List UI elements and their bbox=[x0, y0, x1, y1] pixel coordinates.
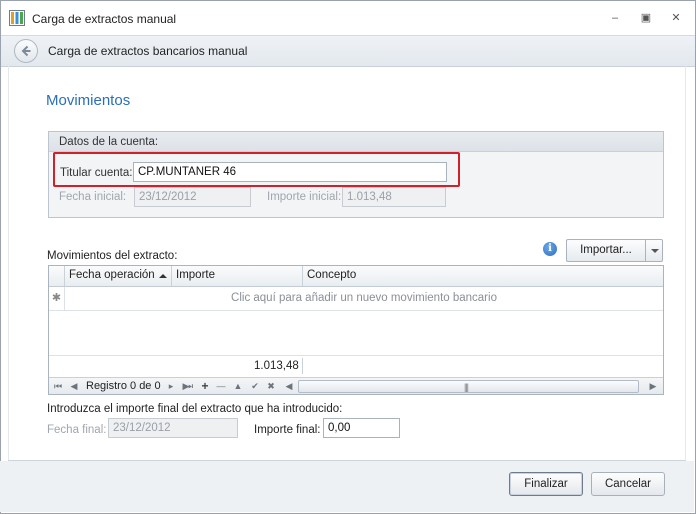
end-date-input[interactable]: 23/12/2012 bbox=[108, 418, 238, 438]
new-row-hint: Clic aquí para añadir un nuevo movimient… bbox=[231, 292, 497, 304]
import-dropdown-button[interactable] bbox=[645, 239, 663, 262]
content-area bbox=[8, 66, 686, 460]
prev-page-icon[interactable]: ◀ bbox=[68, 379, 80, 393]
back-button[interactable] bbox=[14, 39, 38, 63]
row-indicator-header bbox=[49, 266, 65, 286]
footer-divider bbox=[302, 358, 303, 374]
holder-label: Titular cuenta: bbox=[60, 167, 133, 179]
grid-navigator: ⏮ ◀ Registro 0 de 0 ▸ ▶ ⏭ + — ▲ ✔ ✖ ◀ ||… bbox=[49, 377, 663, 394]
grid-header: Fecha operación Importe Concepto bbox=[49, 266, 663, 287]
add-record-icon[interactable]: + bbox=[199, 379, 211, 393]
horizontal-scrollbar[interactable]: ||| bbox=[298, 380, 639, 393]
finish-button[interactable]: Finalizar bbox=[509, 472, 583, 496]
scroll-right-icon[interactable]: ▶ bbox=[647, 379, 659, 393]
end-amount-label: Importe final: bbox=[254, 424, 321, 436]
close-button[interactable]: ✕ bbox=[668, 11, 684, 25]
title-bar: Carga de extractos manual ‒ ▣ ✕ bbox=[1, 1, 695, 35]
section-title: Movimientos bbox=[46, 92, 131, 109]
info-icon[interactable]: i bbox=[543, 242, 557, 256]
grid-footer: 1.013,48 bbox=[49, 355, 663, 377]
end-date-label: Fecha final: bbox=[47, 424, 107, 436]
movements-label: Movimientos del extracto: bbox=[47, 250, 178, 262]
start-amount-label: Importe inicial: bbox=[267, 191, 342, 203]
wizard-header: Carga de extractos bancarios manual bbox=[1, 35, 695, 67]
confirm-edit-icon[interactable]: ✔ bbox=[249, 379, 261, 393]
movements-grid: Fecha operación Importe Concepto ✱ Clic … bbox=[48, 265, 664, 395]
window-title: Carga de extractos manual bbox=[32, 12, 177, 26]
arrow-left-icon bbox=[21, 45, 31, 57]
holder-input[interactable]: CP.MUNTANER 46 bbox=[133, 162, 447, 182]
move-up-icon[interactable]: ▲ bbox=[232, 379, 244, 393]
restore-button[interactable]: ▣ bbox=[638, 11, 654, 25]
record-counter: Registro 0 de 0 bbox=[86, 380, 161, 392]
account-group-title: Datos de la cuenta: bbox=[49, 132, 663, 152]
last-record-icon[interactable]: ⏭ bbox=[183, 379, 195, 393]
next-record-icon[interactable]: ▸ bbox=[165, 379, 177, 393]
minimize-button[interactable]: ‒ bbox=[607, 11, 623, 25]
new-row-asterisk-icon: ✱ bbox=[49, 287, 65, 311]
total-amount: 1.013,48 bbox=[254, 360, 299, 372]
end-amount-input[interactable]: 0,00 bbox=[323, 418, 400, 438]
scrollbar-grip-icon: ||| bbox=[464, 382, 469, 392]
import-button[interactable]: Importar... bbox=[566, 239, 645, 262]
cancel-button[interactable]: Cancelar bbox=[591, 472, 665, 496]
start-amount-input[interactable]: 1.013,48 bbox=[342, 187, 446, 207]
cancel-edit-icon[interactable]: ✖ bbox=[265, 379, 277, 393]
dialog-footer: Finalizar Cancelar bbox=[0, 461, 694, 512]
column-header-fecha[interactable]: Fecha operación bbox=[65, 266, 172, 286]
column-header-concepto[interactable]: Concepto bbox=[303, 266, 663, 286]
app-grid-icon bbox=[9, 10, 25, 26]
first-record-icon[interactable]: ⏮ bbox=[52, 379, 64, 393]
column-header-importe[interactable]: Importe bbox=[172, 266, 303, 286]
remove-record-icon[interactable]: — bbox=[215, 379, 227, 393]
chevron-down-icon bbox=[651, 249, 659, 253]
start-date-label: Fecha inicial: bbox=[59, 191, 127, 203]
start-date-input[interactable]: 23/12/2012 bbox=[134, 187, 251, 207]
final-instruction: Introduzca el importe final del extracto… bbox=[47, 403, 343, 415]
scroll-left-icon[interactable]: ◀ bbox=[283, 379, 295, 393]
new-row[interactable]: ✱ Clic aquí para añadir un nuevo movimie… bbox=[49, 287, 663, 311]
sort-ascending-icon bbox=[159, 274, 167, 278]
wizard-title: Carga de extractos bancarios manual bbox=[48, 44, 248, 58]
